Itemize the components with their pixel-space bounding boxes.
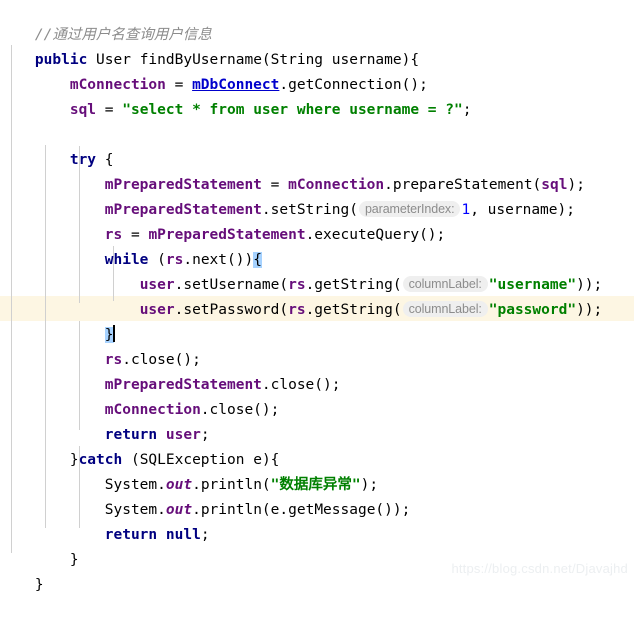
code-line-7[interactable]: mPreparedStatement = mConnection.prepare… [0,148,634,193]
code-line-11[interactable]: user.setUsername(rs.getString(columnLabe… [0,248,634,293]
code-line-16[interactable]: mConnection.close(); [0,373,634,418]
code-line-2[interactable]: public User findByUsername(String userna… [0,23,634,68]
code-line-9[interactable]: rs = mPreparedStatement.executeQuery(); [0,198,634,243]
code-line-22[interactable]: } [0,523,634,568]
code-line-21[interactable]: return null; [0,498,634,543]
code-line-13[interactable]: } [0,298,634,343]
code-line-8[interactable]: mPreparedStatement.setString(parameterIn… [0,173,634,218]
code-line-18[interactable]: }catch (SQLException e){ [0,423,634,468]
code-line-14[interactable]: rs.close(); [0,323,634,368]
code-line-3[interactable]: mConnection = mDbConnect.getConnection()… [0,48,634,93]
code-line-1[interactable]: //通过用户名查询用户信息 [0,0,634,43]
csdn-watermark: https://blog.csdn.net/Djavajhd [451,561,628,576]
code-line-4[interactable]: sql = "select * from user where username… [0,73,634,118]
code-line-20[interactable]: System.out.println(e.getMessage()); [0,473,634,518]
code-editor[interactable]: //通过用户名查询用户信息 public User findByUsername… [0,0,634,593]
code-line-19[interactable]: System.out.println("数据库异常"); [0,448,634,493]
code-line-17[interactable]: return user; [0,398,634,443]
code-line-12[interactable]: user.setPassword(rs.getString(columnLabe… [0,273,634,318]
code-line-15[interactable]: mPreparedStatement.close(); [0,348,634,393]
code-line-6[interactable]: try { [0,123,634,168]
code-line-10[interactable]: while (rs.next()){ [0,223,634,268]
code-line-5-blank[interactable] [0,98,634,123]
